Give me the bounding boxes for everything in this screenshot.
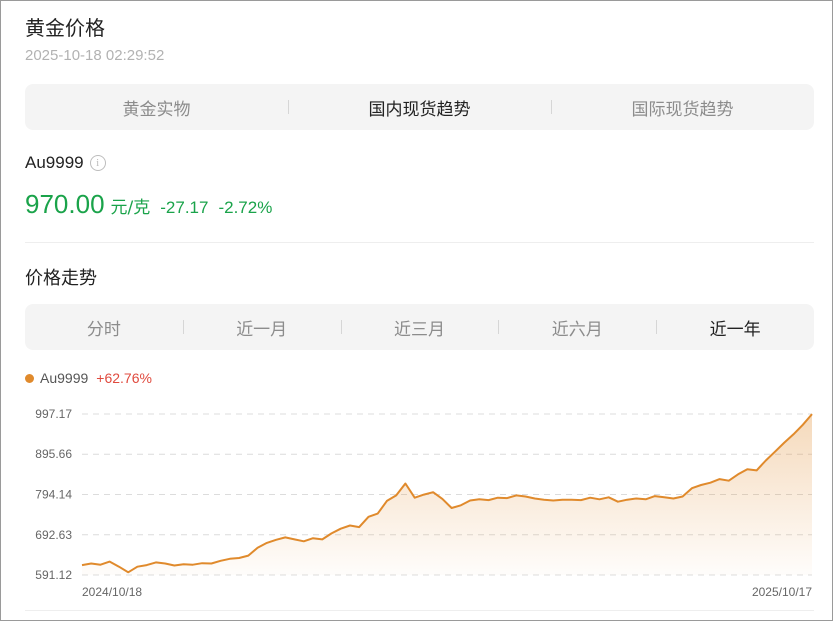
y-tick-label: 895.66	[35, 447, 72, 461]
legend-series-name: Au9999	[40, 370, 89, 386]
page-title: 黄金价格	[25, 16, 105, 40]
tab-1-year[interactable]: 近一年	[656, 315, 814, 340]
tab-international-spot-trend[interactable]: 国际现货趋势	[551, 95, 814, 120]
chart-legend: Au9999 +62.76%	[25, 370, 152, 386]
price-unit: 元/克	[110, 198, 151, 218]
price-change-percent: -2.72%	[218, 198, 273, 217]
y-axis-ticks: 997.17 895.66 794.14 692.63 591.12	[35, 407, 72, 582]
symbol-row: Au9999 i	[25, 153, 106, 173]
tab-physical-gold[interactable]: 黄金实物	[25, 95, 288, 120]
bottom-divider	[25, 610, 814, 611]
market-tab-bar: 黄金实物 国内现货趋势 国际现货趋势	[25, 84, 814, 130]
tab-1-month[interactable]: 近一月	[182, 315, 341, 340]
tab-domestic-spot-trend[interactable]: 国内现货趋势	[288, 95, 551, 120]
current-price: 970.00	[25, 189, 105, 219]
price-change: -27.17	[160, 198, 209, 217]
divider	[25, 242, 814, 243]
tab-3-months[interactable]: 近三月	[340, 315, 499, 340]
range-tab-bar: 分时 近一月 近三月 近六月 近一年	[25, 304, 814, 350]
x-tick-end: 2025/10/17	[752, 585, 812, 599]
tab-intraday[interactable]: 分时	[25, 315, 183, 340]
legend-change-percent: +62.76%	[96, 370, 152, 386]
y-tick-label: 692.63	[35, 528, 72, 542]
timestamp: 2025-10-18 02:29:52	[25, 47, 165, 64]
tab-6-months[interactable]: 近六月	[498, 315, 656, 340]
trend-section-title: 价格走势	[25, 268, 97, 289]
price-row: 970.00 元/克 -27.17 -2.72%	[25, 189, 272, 220]
legend-dot-icon	[25, 373, 34, 383]
y-tick-label: 591.12	[35, 568, 72, 582]
price-chart[interactable]: 997.17 895.66 794.14 692.63 591.12 2024/10/1…	[0, 395, 833, 605]
info-icon[interactable]: i	[89, 155, 106, 171]
symbol-name: Au9999	[25, 153, 84, 172]
y-tick-label: 997.17	[35, 407, 72, 421]
y-tick-label: 794.14	[35, 488, 72, 502]
x-tick-start: 2024/10/18	[82, 585, 142, 599]
